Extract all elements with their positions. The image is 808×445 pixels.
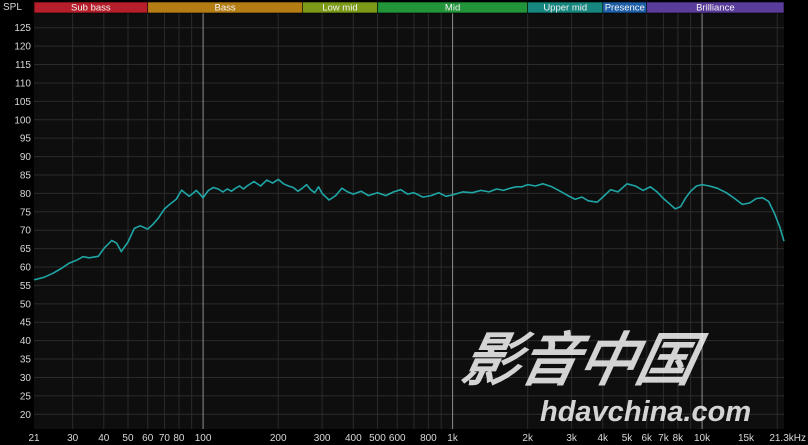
watermark-url-text: hdavchina.com	[540, 396, 751, 428]
y-tick-label: 105	[14, 97, 31, 108]
y-tick-label: 70	[20, 226, 32, 237]
band-label: Brilliance	[696, 3, 735, 14]
y-tick-label: 45	[20, 318, 32, 329]
x-tick-label: 60	[142, 433, 154, 444]
y-tick-label: 55	[20, 281, 32, 292]
x-tick-label: 600	[389, 433, 406, 444]
x-tick-label: 200	[270, 433, 287, 444]
x-tick-label: 15k	[738, 433, 755, 444]
y-tick-label: 25	[20, 391, 32, 402]
x-tick-label: 10k	[694, 433, 711, 444]
band-label: Bass	[215, 3, 236, 14]
x-tick-label: 21.3kHz	[769, 433, 806, 444]
x-tick-label: 21	[28, 433, 40, 444]
x-tick-label: 6k	[641, 433, 653, 444]
x-tick-label: 400	[345, 433, 362, 444]
band-label: Mid	[445, 3, 460, 14]
y-tick-label: 100	[14, 115, 31, 126]
band-label: Presence	[605, 3, 645, 14]
y-tick-label: 80	[20, 189, 32, 200]
x-tick-label: 40	[98, 433, 110, 444]
x-tick-label: 80	[173, 433, 185, 444]
x-tick-label: 8k	[673, 433, 685, 444]
band-label: Sub bass	[71, 3, 111, 14]
x-tick-label: 1k	[447, 433, 459, 444]
y-tick-label: 110	[15, 78, 31, 89]
y-tick-label: 75	[20, 207, 32, 218]
y-tick-label: 65	[20, 244, 32, 255]
y-tick-label: 120	[14, 42, 31, 53]
y-tick-label: 40	[20, 336, 32, 347]
band-label: Low mid	[322, 3, 357, 14]
x-tick-label: 5k	[622, 433, 634, 444]
y-axis-label: SPL	[3, 2, 22, 13]
x-tick-label: 30	[67, 433, 79, 444]
x-tick-label: 7k	[658, 433, 670, 444]
frequency-band-bar: Sub bass Bass Low mid Mid Upper mid Presence B…	[33, 1, 785, 14]
y-tick-label: 125	[14, 23, 31, 34]
watermark-chinese-text: 影音中国	[456, 329, 710, 393]
x-tick-label: 4k	[598, 433, 610, 444]
x-tick-label: 3k	[566, 433, 578, 444]
y-tick-label: 60	[20, 263, 32, 274]
y-tick-label: 90	[20, 152, 32, 163]
frequency-response-chart: Sub bass Bass Low mid Mid Upper mid Presence B…	[0, 0, 808, 445]
x-tick-label: 800	[420, 433, 437, 444]
y-tick-label: 50	[20, 299, 32, 310]
x-tick-label: 70	[159, 433, 171, 444]
x-tick-label: 500	[369, 433, 386, 444]
band-label: Upper mid	[543, 3, 587, 14]
x-tick-label: 300	[314, 433, 331, 444]
x-tick-label: 100	[195, 433, 212, 444]
y-tick-label: 115	[15, 60, 31, 71]
y-tick-label: 30	[20, 373, 32, 384]
y-tick-label: 95	[20, 134, 32, 145]
y-tick-label: 35	[20, 355, 32, 366]
x-tick-label: 2k	[522, 433, 534, 444]
y-tick-label: 20	[20, 410, 32, 421]
x-tick-label: 50	[122, 433, 134, 444]
y-tick-label: 85	[20, 170, 32, 181]
